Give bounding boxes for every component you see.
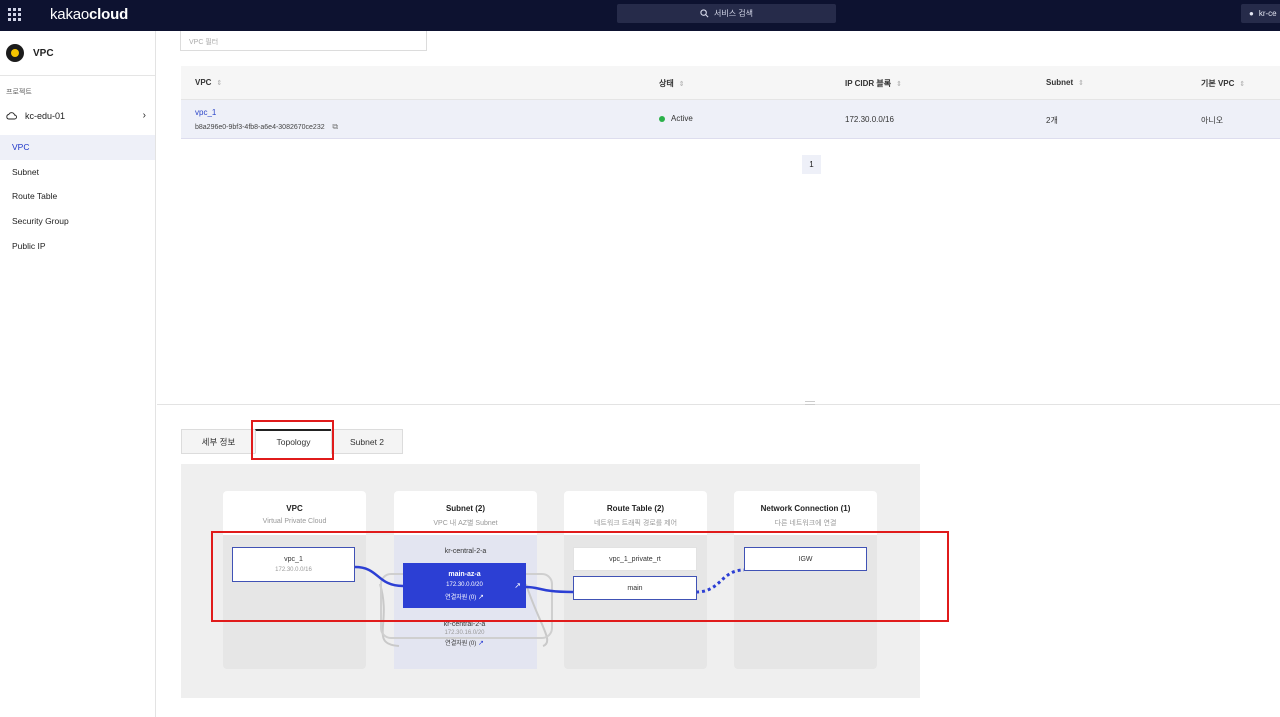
sidebar-item-public-ip[interactable]: Public IP [0, 233, 155, 258]
cloud-icon [6, 112, 17, 120]
pane-splitter[interactable] [157, 404, 1280, 405]
link-secondary [525, 583, 549, 647]
page-button-1[interactable]: 1 [802, 155, 821, 174]
cidr-cell: 172.30.0.0/16 [845, 115, 894, 124]
chevron-right-icon: › [142, 110, 146, 121]
column-header-vpc[interactable]: VPC ⇕ [195, 78, 222, 87]
subnet-zone-label: kr-central-2-a [444, 548, 487, 555]
brand-logo[interactable]: kakaocloud [50, 6, 128, 23]
link-route-igw [695, 568, 745, 594]
subnet-count-cell: 2개 [1046, 116, 1058, 125]
main-content: VPC 필터 VPC ⇕ 상태 ⇕ IP CIDR 블록 ⇕ Subnet ⇕ 기본 V… [157, 31, 1280, 717]
external-link-icon: ↗ [477, 594, 484, 601]
sort-icon: ⇕ [896, 80, 903, 88]
tab-subnet[interactable]: Subnet 2 [331, 429, 403, 454]
service-title: VPC [33, 47, 54, 59]
topology-node-subnet[interactable]: kr-central-2-a 172.30.16.0/20 연결자원 (0) ↗ [403, 621, 526, 647]
external-link-icon[interactable]: ↗ [514, 581, 521, 590]
vpc-filter-input[interactable]: VPC 필터 [180, 31, 427, 51]
search-icon [700, 9, 709, 18]
tab-topology[interactable]: Topology [255, 429, 332, 454]
detail-tabs: 세부 정보 Topology Subnet 2 [181, 429, 403, 454]
column-header-status[interactable]: 상태 ⇕ [659, 78, 685, 89]
search-label: 서비스 검색 [713, 9, 754, 18]
topology-node-subnet-selected[interactable]: main-az-a 172.30.0.0/20 연결자원 (0) ↗ ↗ [403, 563, 526, 608]
vpc-name-link[interactable]: vpc_1 [195, 108, 216, 117]
table-row[interactable]: vpc_1 b8a296e0-9bf3-4fb8-a6e4-3082670ce2… [181, 100, 1280, 139]
status-cell: Active [659, 114, 693, 123]
status-dot-icon [659, 115, 665, 122]
region-selector[interactable]: ● kr-ce [1241, 4, 1280, 23]
vpc-id: b8a296e0-9bf3-4fb8-a6e4-3082670ce232 ⧉ [195, 122, 339, 131]
link-subnet-route [525, 585, 574, 594]
sort-icon: ⇕ [1078, 79, 1084, 87]
topology-node-igw[interactable]: IGW [744, 547, 867, 571]
vpc-service-icon [6, 44, 24, 62]
divider [0, 75, 155, 76]
project-selector[interactable]: kc-edu-01 › [6, 110, 146, 121]
column-header-default-vpc[interactable]: 기본 VPC ⇕ [1201, 78, 1245, 89]
table-header: VPC ⇕ 상태 ⇕ IP CIDR 블록 ⇕ Subnet ⇕ 기본 VPC ⇕ [181, 66, 1280, 100]
resize-handle-icon[interactable] [805, 401, 815, 405]
external-link-icon: ↗ [477, 640, 484, 647]
copy-icon[interactable]: ⧉ [332, 122, 338, 131]
topology-node-route-table-private[interactable]: vpc_1_private_rt [573, 547, 697, 571]
sidebar-item-vpc[interactable]: VPC [0, 135, 155, 160]
column-header-subnet[interactable]: Subnet ⇕ [1046, 78, 1084, 87]
project-name: kc-edu-01 [25, 110, 66, 121]
topology-canvas: VPC Virtual Private Cloud Subnet (2) VPC… [181, 464, 920, 698]
column-header-cidr[interactable]: IP CIDR 블록 ⇕ [845, 78, 902, 89]
tab-details[interactable]: 세부 정보 [181, 429, 256, 454]
default-vpc-cell: 아니오 [1201, 116, 1224, 125]
sort-icon: ⇕ [678, 80, 685, 88]
app-grid-icon[interactable] [8, 8, 21, 21]
service-search-button[interactable]: 서비스 검색 [617, 4, 836, 23]
sidebar-item-security-group[interactable]: Security Group [0, 209, 155, 234]
service-header: VPC [6, 44, 54, 62]
topology-node-route-table-main[interactable]: main [573, 576, 697, 600]
location-pin-icon: ● [1249, 9, 1254, 18]
sidebar-nav: VPC Subnet Route Table Security Group Pu… [0, 135, 155, 258]
topology-node-vpc[interactable]: vpc_1 172.30.0.0/16 [232, 547, 355, 582]
project-label: 프로젝트 [6, 89, 32, 96]
sort-icon: ⇕ [1239, 80, 1246, 88]
link-vpc-subnet [354, 565, 404, 588]
link-secondary [379, 583, 400, 647]
sidebar-item-route-table[interactable]: Route Table [0, 184, 155, 209]
sort-icon: ⇕ [216, 79, 223, 87]
sidebar: VPC 프로젝트 kc-edu-01 › VPC Subnet Route Ta… [0, 31, 156, 717]
sidebar-item-subnet[interactable]: Subnet [0, 160, 155, 185]
top-bar: kakaocloud 서비스 검색 ● kr-ce [0, 0, 1280, 31]
